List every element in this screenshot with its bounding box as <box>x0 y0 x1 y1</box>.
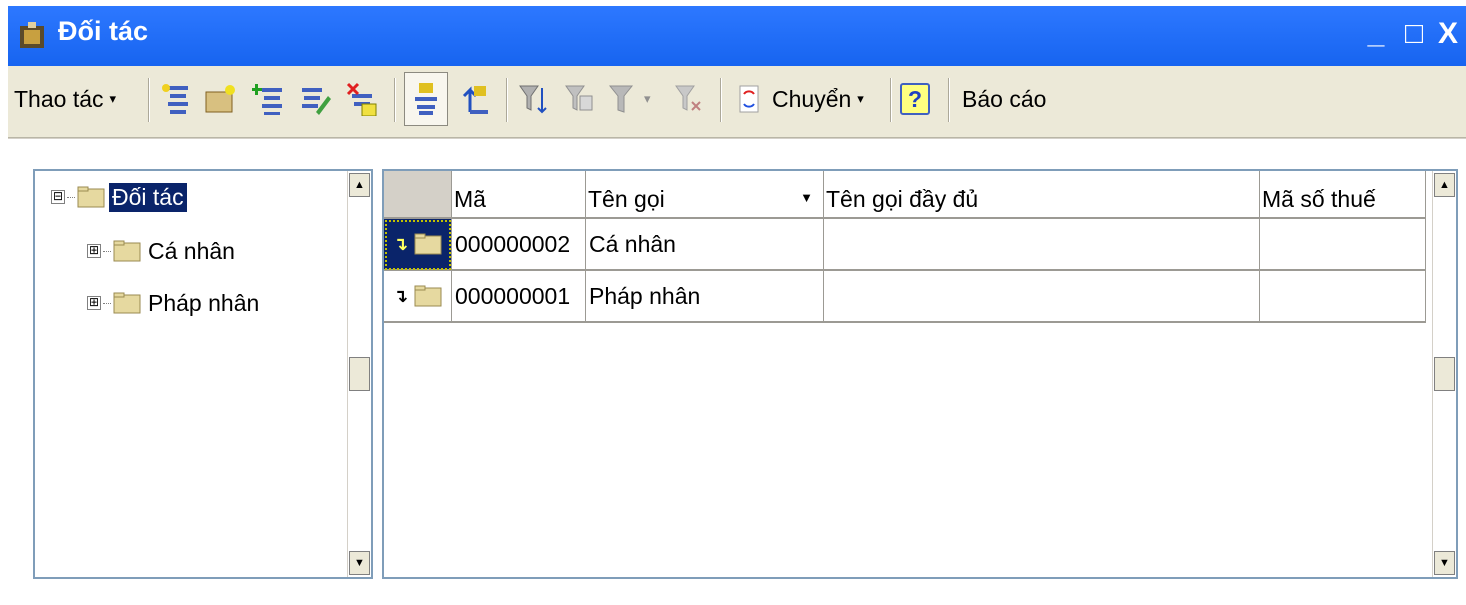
column-header-tax-code[interactable]: Mã số thuế <box>1260 171 1426 219</box>
folder-icon <box>113 292 141 314</box>
tree-root[interactable]: ⊟ Đối tác <box>51 177 187 217</box>
delete-item-button[interactable] <box>344 74 378 124</box>
data-grid[interactable]: Mã Tên gọi ▼ Tên gọi đầy đủ Mã số thuế ↴… <box>382 169 1458 579</box>
add-subitem-icon <box>252 84 282 115</box>
tree-root-label: Đối tác <box>109 182 187 212</box>
report-label: Báo cáo <box>962 85 1047 112</box>
app-icon <box>20 22 44 48</box>
collapse-toggle[interactable]: ⊟ <box>51 190 65 204</box>
window: Đối tác _ □ X Thao tác ▾ ▾ Chuyển ▾ ? Bá… <box>8 6 1466 605</box>
chevron-down-icon: ▾ <box>109 91 117 106</box>
cell-full-name[interactable] <box>824 271 1260 323</box>
add-item-button[interactable] <box>160 74 192 124</box>
group-tree[interactable]: ⊟ Đối tác ⊞ Cá nhân ⊞ Pháp nhân ▲ ▼ <box>33 169 373 579</box>
actions-menu-label: Thao tác <box>14 85 104 112</box>
maximize-button[interactable]: □ <box>1398 16 1430 52</box>
folder-icon <box>414 233 442 255</box>
delete-icon <box>346 82 377 116</box>
toolbar-separator <box>948 78 950 122</box>
scroll-thumb[interactable] <box>1434 357 1455 391</box>
folder-icon <box>414 285 442 307</box>
cell-name[interactable]: Pháp nhân <box>586 271 824 323</box>
tree-item-label: Cá nhân <box>148 237 235 264</box>
tree-item-ca-nhan[interactable]: ⊞ Cá nhân <box>87 231 238 271</box>
toolbar-separator <box>890 78 892 122</box>
expand-toggle[interactable]: ⊞ <box>87 296 101 310</box>
column-header-name[interactable]: Tên gọi ▼ <box>586 171 824 219</box>
filter-history-icon <box>608 85 634 113</box>
title-bar[interactable]: Đối tác _ □ X <box>8 6 1466 66</box>
scroll-thumb[interactable] <box>349 357 370 391</box>
column-header-full-name[interactable]: Tên gọi đầy đủ <box>824 171 1260 219</box>
move-menu-button[interactable]: Chuyển ▾ <box>734 74 864 124</box>
row-arrow-icon: ↴ <box>392 233 409 254</box>
help-icon: ? <box>900 83 930 115</box>
expand-toggle[interactable]: ⊞ <box>87 244 101 258</box>
add-folder-button[interactable] <box>204 74 238 124</box>
add-item-icon <box>162 84 188 114</box>
chevron-up-icon: ▲ <box>1439 179 1450 191</box>
cell-name[interactable]: Cá nhân <box>586 219 824 271</box>
clear-filter-icon <box>675 85 701 111</box>
cell-code[interactable]: 000000002 <box>452 219 586 271</box>
folder-icon <box>113 240 141 262</box>
edit-icon <box>302 88 331 115</box>
cell-tax-code[interactable] <box>1260 271 1426 323</box>
scroll-up-button[interactable]: ▲ <box>1434 173 1455 197</box>
report-button[interactable]: Báo cáo <box>962 74 1046 124</box>
chevron-down-icon: ▾ <box>644 91 651 106</box>
cell-full-name[interactable] <box>824 219 1260 271</box>
window-title: Đối tác <box>58 16 149 46</box>
help-button[interactable]: ? <box>900 74 930 124</box>
edit-item-button[interactable] <box>298 74 332 124</box>
minimize-button[interactable]: _ <box>1360 16 1392 52</box>
tree-connector <box>103 302 111 304</box>
filter-history-button[interactable]: ▾ <box>608 74 651 124</box>
filter-icon <box>519 85 547 114</box>
toolbar-separator <box>720 78 722 122</box>
actions-menu-button[interactable]: Thao tác ▾ <box>14 74 116 124</box>
hierarchy-icon <box>415 83 437 115</box>
tree-connector <box>67 196 75 198</box>
filter-value-icon <box>565 85 593 111</box>
chevron-down-icon: ▼ <box>354 557 365 569</box>
grid-scrollbar[interactable]: ▲ ▼ <box>1432 171 1456 577</box>
folder-icon <box>77 186 105 208</box>
add-subitem-button[interactable] <box>252 74 286 124</box>
hierarchy-toggle-button[interactable] <box>404 72 448 126</box>
filter-by-value-button[interactable] <box>564 74 594 124</box>
move-menu-label: Chuyển <box>772 85 852 112</box>
toolbar: Thao tác ▾ ▾ Chuyển ▾ ? Báo cáo <box>8 66 1466 138</box>
toolbar-separator <box>394 78 396 122</box>
refresh-icon <box>739 85 759 113</box>
new-folder-icon <box>205 85 235 113</box>
scroll-up-button[interactable]: ▲ <box>349 173 370 197</box>
row-indicator[interactable]: ↴ <box>384 219 452 271</box>
column-header-code[interactable]: Mã <box>452 171 586 219</box>
level-up-button[interactable] <box>460 74 492 124</box>
chevron-down-icon: ▾ <box>857 91 864 106</box>
chevron-up-icon: ▲ <box>354 179 365 191</box>
header-selector[interactable] <box>384 171 452 219</box>
tree-connector <box>103 250 111 252</box>
tree-item-phap-nhan[interactable]: ⊞ Pháp nhân <box>87 283 262 323</box>
cell-code[interactable]: 000000001 <box>452 271 586 323</box>
clear-filter-button[interactable] <box>674 74 704 124</box>
column-header-name-label: Tên gọi <box>588 186 665 212</box>
filter-button[interactable] <box>518 74 548 124</box>
sort-down-icon: ▼ <box>800 190 813 205</box>
toolbar-separator <box>506 78 508 122</box>
close-button[interactable]: X <box>1432 16 1464 52</box>
cell-tax-code[interactable] <box>1260 219 1426 271</box>
toolbar-separator <box>148 78 150 122</box>
row-indicator[interactable]: ↴ <box>384 271 452 323</box>
content-area: ⊟ Đối tác ⊞ Cá nhân ⊞ Pháp nhân ▲ ▼ Mã T… <box>8 138 1466 605</box>
row-arrow-icon: ↴ <box>392 285 409 306</box>
scroll-down-button[interactable]: ▼ <box>1434 551 1455 575</box>
scroll-down-button[interactable]: ▼ <box>349 551 370 575</box>
chevron-down-icon: ▼ <box>1439 557 1450 569</box>
tree-item-label: Pháp nhân <box>148 289 260 316</box>
tree-scrollbar[interactable]: ▲ ▼ <box>347 171 371 577</box>
level-up-icon <box>462 86 488 114</box>
